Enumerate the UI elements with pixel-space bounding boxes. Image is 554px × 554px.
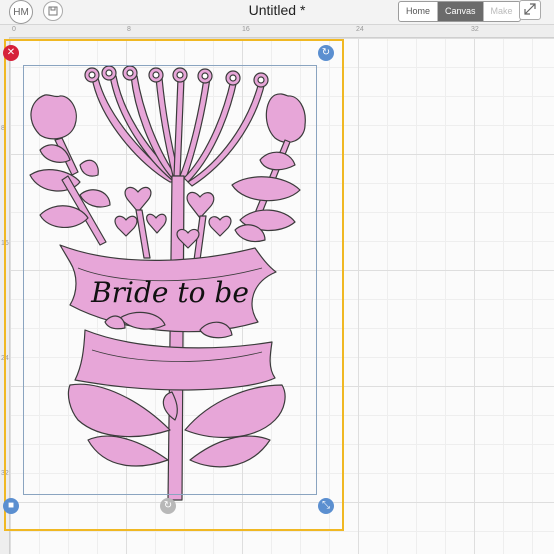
rotate-icon: ↻ — [321, 47, 331, 58]
rotate-handle[interactable]: ↻ — [318, 45, 334, 61]
delete-handle[interactable]: ✕ — [3, 45, 19, 61]
rotate-icon: ↻ — [163, 500, 173, 511]
rotate-center-handle[interactable]: ↻ — [160, 498, 176, 514]
resize-icon: ⤡ — [322, 500, 330, 511]
lock-icon: ■ — [7, 500, 15, 511]
close-icon: ✕ — [6, 47, 16, 58]
lock-handle[interactable]: ■ — [3, 498, 19, 514]
object-bounds — [23, 65, 317, 495]
resize-handle[interactable]: ⤡ — [318, 498, 334, 514]
